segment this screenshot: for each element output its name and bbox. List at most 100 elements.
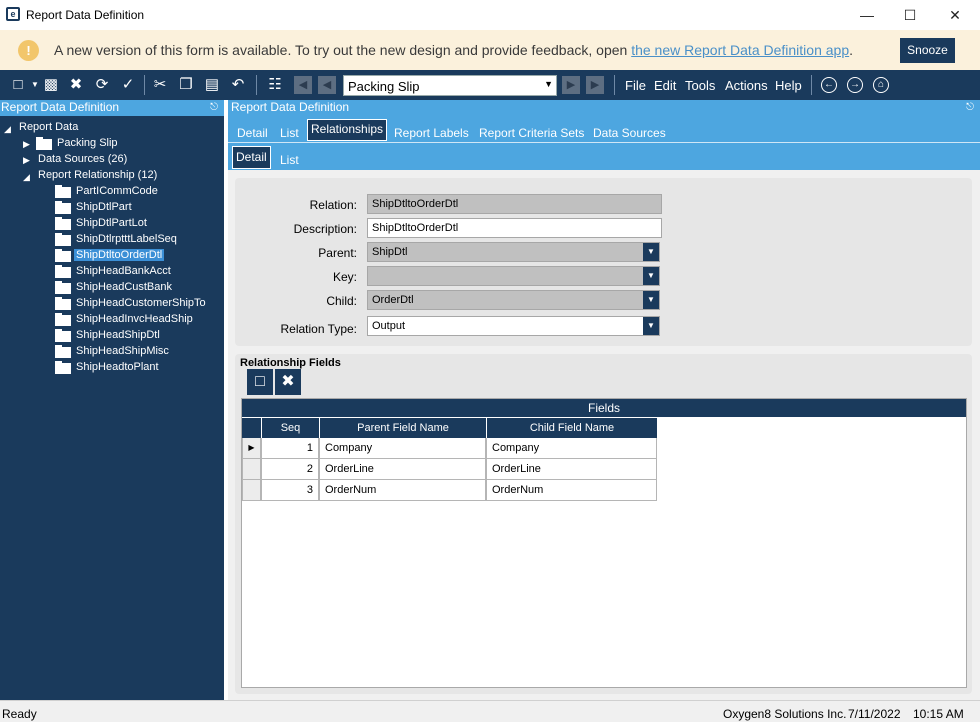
key-combo[interactable]: ▼ [367, 266, 660, 286]
menu-tools[interactable]: Tools [685, 78, 715, 93]
tree-relationship-item[interactable]: ShipHeadtoPlant [76, 361, 159, 373]
new-app-link[interactable]: the new Report Data Definition app [631, 42, 849, 58]
collapse-arrow-icon[interactable]: ◢ [4, 124, 11, 135]
first-record-icon: ◀ [294, 76, 312, 94]
description-label: Description: [293, 222, 357, 236]
cell-child-field[interactable]: OrderLine [486, 459, 657, 480]
cut-icon[interactable]: ✂ [151, 76, 169, 94]
tab-data-sources[interactable]: Data Sources [593, 126, 666, 140]
tree-relationship-item[interactable]: ShipHeadCustomerShipTo [76, 297, 206, 309]
delete-icon[interactable]: ✖ [67, 76, 85, 94]
tree-relationship-item[interactable]: ShipDtlPartLot [76, 217, 147, 229]
back-icon[interactable]: ← [821, 77, 837, 93]
tab-relationships[interactable]: Relationships [307, 119, 388, 141]
expand-arrow-icon[interactable]: ▶ [23, 139, 30, 150]
tree-root[interactable]: Report Data [19, 121, 78, 133]
relation-type-combo[interactable]: Output ▼ [367, 316, 660, 336]
tree-relationship-item[interactable]: ShipHeadBankAcct [76, 265, 171, 277]
tree-panel-header: Report Data Definition ⎋ [0, 100, 224, 116]
home-icon[interactable]: ⌂ [873, 77, 889, 93]
refresh-icon[interactable]: ⟳ [93, 76, 111, 94]
menu-edit[interactable]: Edit [654, 78, 676, 93]
maximize-icon[interactable]: ☐ [895, 4, 925, 26]
save-icon[interactable]: ▩ [42, 76, 60, 94]
column-header-child-field[interactable]: Child Field Name [486, 418, 657, 438]
status-time: 10:15 AM [913, 707, 964, 721]
chevron-down-icon[interactable]: ▼ [643, 267, 659, 285]
cell-child-field[interactable]: OrderNum [486, 480, 657, 501]
chevron-down-icon[interactable]: ▼ [544, 79, 553, 89]
cell-parent-field[interactable]: OrderLine [319, 459, 486, 480]
copy-icon[interactable]: ❐ [177, 76, 195, 94]
cell-seq[interactable]: 3 [261, 480, 319, 501]
tab-list[interactable]: List [280, 126, 299, 140]
folder-icon [55, 185, 71, 198]
add-field-button[interactable]: □ [247, 369, 273, 395]
tree-report-relationship[interactable]: Report Relationship (12) [38, 169, 157, 181]
sub-tabs: Detail List [228, 142, 980, 170]
collapse-arrow-icon[interactable]: ◢ [23, 172, 30, 183]
tree-relationship-item[interactable]: ShipHeadShipDtl [76, 329, 160, 341]
undo-icon[interactable]: ↶ [229, 76, 247, 94]
relation-type-value: Output [372, 320, 406, 332]
subtab-list[interactable]: List [280, 153, 299, 167]
tab-report-criteria-sets[interactable]: Report Criteria Sets [479, 126, 584, 140]
tree-relationship-item[interactable]: ShipHeadShipMisc [76, 345, 169, 357]
cell-parent-field[interactable]: OrderNum [319, 480, 486, 501]
folder-icon [55, 233, 71, 246]
delete-field-button[interactable]: ✖ [275, 369, 301, 395]
paste-icon[interactable]: ▤ [203, 76, 221, 94]
child-label: Child: [326, 294, 357, 308]
status-bar: Ready Oxygen8 Solutions Inc. 7/11/2022 1… [0, 700, 980, 722]
expand-arrow-icon[interactable]: ▶ [23, 155, 30, 166]
snooze-button[interactable]: Snooze [900, 38, 955, 63]
close-icon[interactable]: ✕ [940, 4, 970, 26]
menu-file[interactable]: File [625, 78, 646, 93]
tree-relationship-item-selected[interactable]: ShipDtltoOrderDtl [74, 249, 165, 261]
tree-relationship-item[interactable]: ShipDtlrptttLabelSeq [76, 233, 177, 245]
chevron-down-icon[interactable]: ▼ [643, 291, 659, 309]
tree-relationship-item[interactable]: ShipDtlPart [76, 201, 132, 213]
chevron-down-icon[interactable]: ▼ [643, 243, 659, 261]
tree-data-sources[interactable]: Data Sources (26) [38, 153, 127, 165]
row-indicator[interactable] [242, 459, 261, 480]
tab-report-labels[interactable]: Report Labels [394, 126, 469, 140]
row-indicator[interactable] [242, 480, 261, 501]
folder-icon [55, 249, 71, 262]
tab-detail[interactable]: Detail [237, 126, 268, 140]
chevron-down-icon[interactable]: ▼ [643, 317, 659, 335]
menu-help[interactable]: Help [775, 78, 802, 93]
cell-parent-field[interactable]: Company [319, 438, 486, 459]
report-select[interactable]: Packing Slip ▼ [343, 75, 557, 96]
forward-icon[interactable]: → [847, 77, 863, 93]
minimize-icon[interactable]: — [852, 4, 882, 26]
search-binoculars-icon[interactable]: ☷ [266, 76, 284, 94]
relationship-fields-title: Relationship Fields [240, 357, 341, 369]
column-header-seq[interactable]: Seq [261, 418, 319, 438]
description-field[interactable]: ShipDtltoOrderDtl [367, 218, 662, 238]
cell-seq[interactable]: 2 [261, 459, 319, 480]
tree-relationship-item[interactable]: ShipHeadInvcHeadShip [76, 313, 193, 325]
toolbar-divider [811, 75, 812, 95]
warning-icon: ! [18, 40, 39, 61]
new-icon[interactable]: □ [9, 76, 27, 94]
tree-relationship-item[interactable]: PartICommCode [76, 185, 158, 197]
tree-relationship-item[interactable]: ShipHeadCustBank [76, 281, 172, 293]
clear-icon[interactable]: ✓ [119, 76, 137, 94]
parent-combo[interactable]: ShipDtl ▼ [367, 242, 660, 262]
menu-actions[interactable]: Actions [725, 78, 768, 93]
pin-icon[interactable]: ⎋ [210, 100, 218, 115]
cell-child-field[interactable]: Company [486, 438, 657, 459]
subtab-detail[interactable]: Detail [232, 146, 271, 169]
child-combo[interactable]: OrderDtl ▼ [367, 290, 660, 310]
pin-icon[interactable]: ⎋ [966, 100, 974, 115]
cell-seq[interactable]: 1 [261, 438, 319, 459]
banner-message: A new version of this form is available.… [54, 42, 853, 58]
tree-packing-slip[interactable]: Packing Slip [57, 137, 118, 149]
tree-panel: Report Data Definition ⎋ ◢ Report Data ▶… [0, 100, 224, 700]
toolbar-divider [256, 75, 257, 95]
key-label: Key: [332, 270, 357, 284]
column-header-parent-field[interactable]: Parent Field Name [319, 418, 486, 438]
current-row-indicator-icon[interactable]: ▶ [242, 438, 261, 459]
folder-icon [36, 137, 52, 150]
